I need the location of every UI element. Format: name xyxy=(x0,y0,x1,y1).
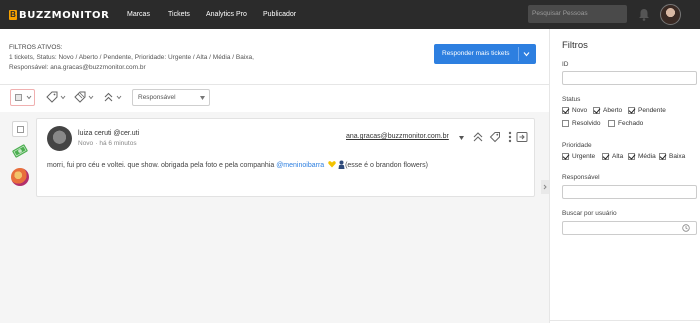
filters-panel: Filtros ID Status Novo Aberto Pendente R… xyxy=(549,29,700,323)
logo-badge: B xyxy=(9,10,17,20)
id-label: ID xyxy=(562,61,569,68)
priority-baixa-checkbox[interactable]: Baixa xyxy=(659,153,685,160)
tag-icon[interactable] xyxy=(489,131,501,143)
user-search-label: Buscar por usuário xyxy=(562,210,617,217)
user-search-input[interactable] xyxy=(562,221,697,235)
ticket-meta: Novo · há 6 minutos xyxy=(78,140,137,147)
active-filters-title: FILTROS ATIVOS: xyxy=(9,44,63,51)
respond-more-tickets-button[interactable]: Responder mais tickets xyxy=(434,44,536,64)
priority-icon[interactable] xyxy=(102,91,124,104)
tags-icon[interactable] xyxy=(73,91,95,104)
checkbox-box[interactable] xyxy=(628,107,635,114)
status-aberto-checkbox[interactable]: Aberto xyxy=(593,107,622,114)
ticket-checkbox-box[interactable] xyxy=(17,126,24,133)
instagram-icon[interactable] xyxy=(11,168,29,186)
responsavel-select-value: Responsável xyxy=(138,94,176,101)
message-mention[interactable]: @meninoibarra xyxy=(276,162,324,169)
more-options-icon[interactable] xyxy=(504,131,516,143)
ticket-message: morri, fui pro céu e voltei. que show. o… xyxy=(47,160,428,169)
status-resolvido-checkbox[interactable]: Resolvido xyxy=(562,120,601,127)
responsavel-input[interactable] xyxy=(562,185,697,199)
filters-panel-title: Filtros xyxy=(562,40,588,51)
yellow-heart-icon xyxy=(328,161,336,168)
message-text: morri, fui pro céu e voltei. que show. o… xyxy=(47,162,277,169)
buzzmonitor-logo[interactable]: B BUZZMONITOR xyxy=(9,9,109,21)
status-fechado-checkbox[interactable]: Fechado xyxy=(608,120,643,127)
checkbox-box[interactable] xyxy=(593,107,600,114)
tag-icon[interactable] xyxy=(45,91,67,104)
checkbox-box[interactable] xyxy=(608,120,615,127)
author-avatar[interactable] xyxy=(47,126,72,151)
caret-down-icon[interactable] xyxy=(459,136,464,140)
chevron-down-icon xyxy=(26,95,32,100)
collapse-panel-toggle[interactable] xyxy=(541,180,549,194)
responsavel-select[interactable]: Responsável xyxy=(132,89,210,106)
select-all-dropdown[interactable] xyxy=(10,89,35,106)
id-input[interactable] xyxy=(562,71,697,85)
checkbox-box[interactable] xyxy=(562,107,569,114)
checkbox-label: Novo xyxy=(572,107,588,114)
chevron-down-icon[interactable] xyxy=(523,51,530,57)
checkbox-label: Baixa xyxy=(669,153,686,160)
checkbox-box[interactable] xyxy=(659,153,666,160)
header-divider xyxy=(0,84,549,85)
status-novo-checkbox[interactable]: Novo xyxy=(562,107,587,114)
panel-divider xyxy=(550,320,700,321)
user-avatar[interactable] xyxy=(660,4,681,25)
priority-label: Prioridade xyxy=(562,142,592,149)
status-pendente-checkbox[interactable]: Pendente xyxy=(628,107,666,114)
status-label: Status xyxy=(562,96,581,103)
ticket-assignee[interactable]: ana.gracas@buzzmonitor.com.br xyxy=(346,133,449,140)
checkbox-box[interactable] xyxy=(628,153,635,160)
search-people-input[interactable]: Pesquisar Pessoas xyxy=(528,5,627,23)
checkbox-box[interactable] xyxy=(562,153,569,160)
logo-text: BUZZMONITOR xyxy=(19,9,110,21)
ticket-author[interactable]: luiza ceruti @cer.uti xyxy=(78,130,139,137)
ticket-status: Novo xyxy=(78,140,94,147)
checkbox-box[interactable] xyxy=(602,153,609,160)
ticket-checkbox[interactable] xyxy=(12,121,28,137)
checkbox-label: Urgente xyxy=(572,153,596,160)
button-separator xyxy=(518,47,519,61)
active-filters-responsavel: Responsável: ana.gracas@buzzmonitor.com.… xyxy=(9,64,146,71)
ticket-card[interactable]: luiza ceruti @cer.uti Novo · há 6 minutos … xyxy=(36,118,535,197)
checkbox-label: Aberto xyxy=(603,107,623,114)
ticket-time: há 6 minutos xyxy=(99,140,137,147)
nav-analytics-pro[interactable]: Analytics Pro xyxy=(206,0,247,29)
priority-media-checkbox[interactable]: Média xyxy=(628,153,656,160)
checkbox-label: Alta xyxy=(612,153,624,160)
priority-alta-checkbox[interactable]: Alta xyxy=(602,153,623,160)
responsavel-label: Responsável xyxy=(562,174,600,181)
money-icon[interactable] xyxy=(10,143,30,159)
nav-marcas[interactable]: Marcas xyxy=(127,0,150,29)
checkbox-label: Resolvido xyxy=(572,120,601,127)
top-navbar: B BUZZMONITOR Marcas Tickets Analytics P… xyxy=(0,0,700,29)
respond-button-label: Responder mais tickets xyxy=(442,50,510,57)
checkbox-label: Pendente xyxy=(638,107,666,114)
reply-icon[interactable] xyxy=(516,131,528,143)
message-text-end: (esse é o brandon flowers) xyxy=(345,162,428,169)
clock-icon xyxy=(682,224,690,232)
checkbox-box[interactable] xyxy=(562,120,569,127)
select-all-checkbox[interactable] xyxy=(15,94,22,101)
checkbox-label: Fechado xyxy=(618,120,644,127)
bell-icon[interactable] xyxy=(638,8,650,21)
priority-urgente-checkbox[interactable]: Urgente xyxy=(562,153,595,160)
checkbox-label: Média xyxy=(638,153,656,160)
chevron-right-icon xyxy=(543,184,547,190)
active-filters-summary: 1 tickets, Status: Novo / Aberto / Pende… xyxy=(9,54,254,61)
caret-down-icon xyxy=(200,96,205,100)
priority-up-icon[interactable] xyxy=(472,131,484,143)
nav-tickets[interactable]: Tickets xyxy=(168,0,190,29)
nav-publicador[interactable]: Publicador xyxy=(263,0,296,29)
